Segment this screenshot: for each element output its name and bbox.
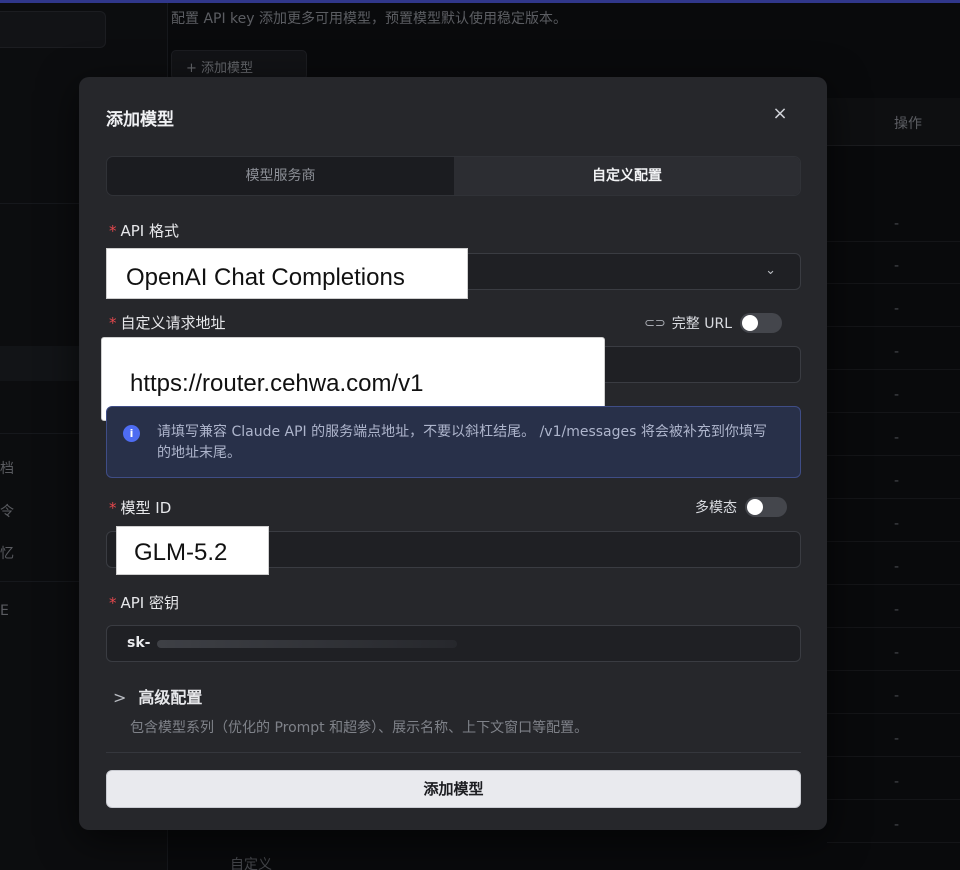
info-text: 请填写兼容 Claude API 的服务端点地址，不要以斜杠结尾。 /v1/me…: [157, 424, 767, 461]
api-format-label: * API 格式: [109, 220, 179, 241]
config-mode-tabs: 模型服务商 自定义配置: [106, 156, 801, 196]
api-format-label-text: API 格式: [120, 222, 180, 240]
add-model-submit-button[interactable]: 添加模型: [106, 770, 801, 808]
multimodal-toggle-group: 多模态: [695, 497, 787, 517]
advanced-config-toggle[interactable]: > 高级配置: [113, 684, 202, 708]
required-marker: *: [109, 499, 117, 517]
required-marker: *: [109, 222, 117, 240]
info-icon: i: [123, 425, 140, 442]
footer-divider: [106, 752, 801, 753]
required-marker: *: [109, 314, 117, 332]
model-id-value[interactable]: GLM-5.2: [116, 526, 269, 575]
full-url-label: 完整 URL: [671, 316, 733, 332]
api-format-value[interactable]: OpenAI Chat Completions: [106, 248, 468, 299]
multimodal-label: 多模态: [695, 500, 737, 516]
endpoint-info-alert: i 请填写兼容 Claude API 的服务端点地址，不要以斜杠结尾。 /v1/…: [106, 406, 801, 478]
model-id-label: * 模型 ID: [109, 497, 171, 518]
endpoint-label-text: 自定义请求地址: [120, 314, 226, 332]
tab-custom-config[interactable]: 自定义配置: [454, 157, 800, 195]
close-icon[interactable]: ×: [769, 103, 791, 125]
tab-provider[interactable]: 模型服务商: [107, 157, 454, 195]
api-key-value: sk-: [127, 635, 151, 651]
api-key-mask: [157, 640, 457, 648]
required-marker: *: [109, 594, 117, 612]
advanced-config-title: 高级配置: [138, 688, 203, 707]
chevron-right-icon: >: [113, 688, 127, 707]
link-icon: ⊂⊃: [644, 315, 666, 331]
api-key-label-text: API 密钥: [120, 594, 180, 612]
full-url-toggle[interactable]: [740, 313, 783, 333]
model-id-label-text: 模型 ID: [120, 499, 172, 517]
api-key-input[interactable]: sk-: [106, 625, 801, 662]
toggle-knob: [747, 499, 763, 515]
full-url-toggle-group: ⊂⊃ 完整 URL: [644, 313, 783, 333]
advanced-config-description: 包含模型系列（优化的 Prompt 和超参）、展示名称、上下文窗口等配置。: [130, 720, 589, 736]
add-model-dialog: 添加模型 × 模型服务商 自定义配置 * API 格式 ⌄ OpenAI Chat…: [79, 77, 827, 830]
endpoint-label: * 自定义请求地址: [109, 312, 226, 333]
toggle-knob: [742, 315, 759, 331]
multimodal-toggle[interactable]: [745, 497, 787, 517]
dialog-title: 添加模型: [106, 110, 174, 130]
api-key-label: * API 密钥: [109, 592, 179, 613]
chevron-down-icon: ⌄: [765, 263, 776, 278]
